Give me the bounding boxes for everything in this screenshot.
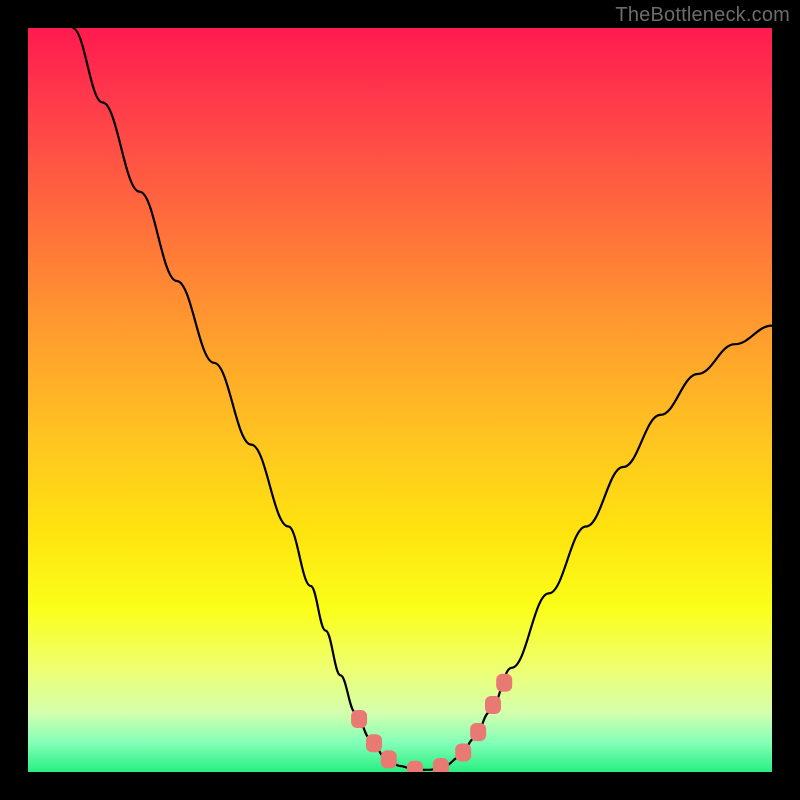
sweet-spot-marker — [455, 744, 471, 762]
chart-svg — [28, 28, 772, 772]
curve-line — [73, 28, 772, 770]
sweet-spot-marker — [351, 710, 367, 728]
sweet-spot-marker — [381, 750, 397, 768]
sweet-spot-marker — [485, 696, 501, 714]
sweet-spot-marker — [433, 758, 449, 772]
sweet-spot-marker — [366, 734, 382, 752]
sweet-spot-marker — [407, 761, 423, 772]
chart-container: TheBottleneck.com — [0, 0, 800, 800]
plot-area — [28, 28, 772, 772]
watermark-text: TheBottleneck.com — [615, 4, 790, 27]
sweet-spot-markers — [351, 674, 512, 772]
sweet-spot-marker — [470, 723, 486, 741]
sweet-spot-marker — [496, 674, 512, 692]
